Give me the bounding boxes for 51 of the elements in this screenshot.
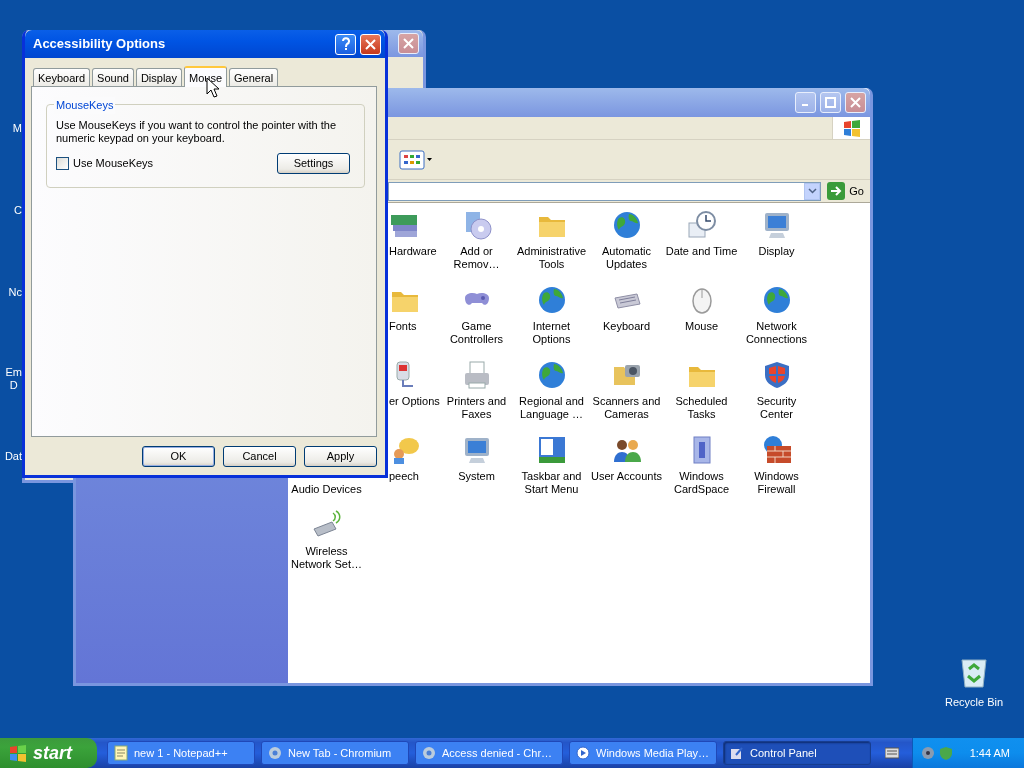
taskbar-button[interactable]: New Tab - Chromium bbox=[261, 741, 409, 765]
control-panel-item[interactable]: Mouse bbox=[685, 320, 718, 333]
control-panel-item[interactable]: Game Controllers bbox=[449, 320, 504, 346]
dialog-button[interactable]: OK bbox=[142, 446, 215, 467]
dialog-button[interactable]: Apply bbox=[304, 446, 377, 467]
tab[interactable]: Display bbox=[135, 68, 182, 86]
control-panel-item[interactable]: Administrative Tools bbox=[516, 245, 587, 271]
control-panel-item[interactable]: Windows Firewall bbox=[754, 470, 799, 496]
control-panel-item[interactable]: er Options bbox=[389, 395, 440, 408]
desktop-icon-label[interactable]: C bbox=[14, 204, 22, 217]
go-button[interactable]: Go bbox=[821, 182, 870, 200]
control-panel-item[interactable]: System bbox=[458, 470, 495, 483]
tab[interactable]: Mouse bbox=[184, 66, 227, 87]
description: Use MouseKeys if you want to control the pointer with the numeric keypad on your keyboard. bbox=[56, 119, 338, 145]
taskbar-button[interactable]: Control Panel bbox=[723, 741, 871, 765]
clock[interactable]: 1:44 AM bbox=[969, 744, 1024, 762]
control-panel-item[interactable]: Network Connections bbox=[745, 320, 808, 346]
tab[interactable]: General bbox=[229, 68, 279, 86]
control-panel-item[interactable]: peech bbox=[389, 470, 419, 483]
desktop-icon-label[interactable]: Recycle Bin bbox=[944, 696, 1004, 709]
control-panel-item[interactable]: Automatic Updates bbox=[602, 245, 651, 271]
control-panel-item[interactable]: Windows CardSpace bbox=[673, 470, 729, 496]
desktop-icon-label[interactable]: Em D bbox=[5, 366, 22, 392]
window-title: Accessibility Options bbox=[32, 35, 167, 54]
control-panel-item[interactable]: Regional and Language … bbox=[519, 395, 584, 421]
control-panel-item[interactable]: Taskbar and Start Menu bbox=[521, 470, 582, 496]
control-panel-item[interactable]: Audio Devices bbox=[291, 483, 362, 496]
control-panel-item[interactable]: Printers and Faxes bbox=[446, 395, 507, 421]
control-panel-item[interactable]: Add or Remov… bbox=[453, 245, 500, 271]
dialog-button[interactable]: Cancel bbox=[223, 446, 296, 467]
control-panel-item[interactable]: Scanners and Cameras bbox=[592, 395, 661, 421]
control-panel-item[interactable]: Wireless Network Set… bbox=[291, 545, 362, 571]
control-panel-item[interactable]: Security Center bbox=[756, 395, 797, 421]
taskbar-button[interactable]: Windows Media Play… bbox=[569, 741, 717, 765]
taskbar-button[interactable]: Access denied - Chr… bbox=[415, 741, 563, 765]
control-panel-item[interactable]: Date and Time bbox=[665, 245, 738, 258]
checkbox[interactable]: Use MouseKeys bbox=[56, 155, 154, 172]
control-panel-item[interactable]: Internet Options bbox=[532, 320, 571, 346]
desktop-icon-label[interactable]: Dat bbox=[4, 450, 22, 463]
tab[interactable]: Sound bbox=[92, 68, 134, 86]
desktop-icon-label[interactable]: M bbox=[12, 122, 22, 135]
control-panel-item[interactable]: User Accounts bbox=[591, 470, 662, 483]
control-panel-item[interactable]: Hardware bbox=[389, 245, 437, 258]
control-panel-item[interactable]: Display bbox=[758, 245, 795, 258]
tab[interactable]: Keyboard bbox=[33, 68, 91, 86]
taskbar-button[interactable]: new 1 - Notepad++ bbox=[107, 741, 255, 765]
desktop-icon-label[interactable]: Nc bbox=[8, 286, 22, 299]
control-panel-item[interactable]: Scheduled Tasks bbox=[675, 395, 728, 421]
settings-button[interactable]: Settings bbox=[277, 153, 350, 174]
control-panel-item[interactable]: Keyboard bbox=[602, 320, 651, 333]
control-panel-item[interactable]: Fonts bbox=[389, 320, 417, 333]
